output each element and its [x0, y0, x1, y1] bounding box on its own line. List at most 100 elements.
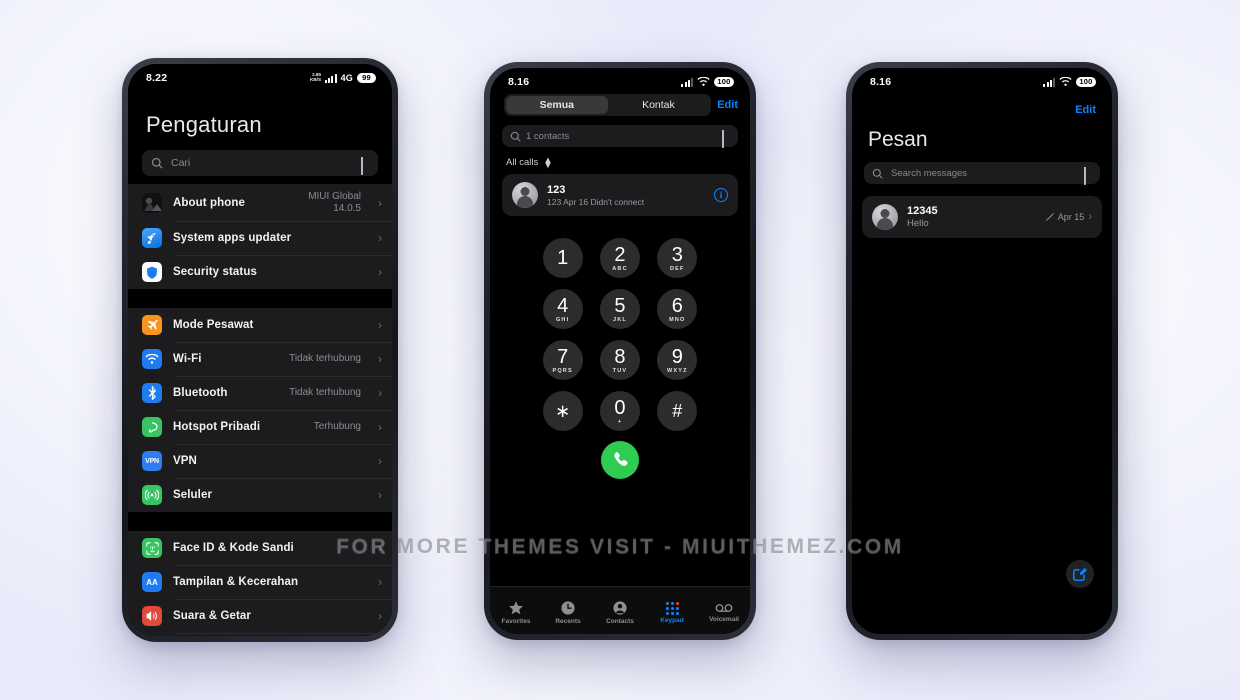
microphone-icon[interactable]: [1084, 166, 1092, 185]
key-number: 0: [614, 396, 626, 419]
search-icon: [151, 157, 163, 169]
info-icon[interactable]: i: [714, 188, 728, 202]
edit-button[interactable]: Edit: [717, 99, 738, 111]
status-time: 8.16: [870, 76, 892, 88]
setting-label: Suara & Getar: [173, 610, 251, 622]
settings-status-bar: 8.22 2.85 KB/S 4G 99: [128, 64, 392, 86]
wifi-icon: [142, 349, 162, 369]
key-number: 4: [557, 294, 569, 317]
phone-dialer: 8.16 100 Semua Kontak Edit 1 contacts Al…: [484, 62, 756, 640]
key-letters: TUV: [612, 367, 628, 374]
tab-label: Keypad: [660, 616, 684, 624]
tab-favorites[interactable]: Favorites: [490, 600, 542, 625]
sidebar-item-tampilan-kecerahan[interactable]: AA Tampilan & Kecerahan ›: [128, 565, 392, 599]
sidebar-item-system-apps-updater[interactable]: System apps updater ›: [128, 221, 392, 255]
search-input[interactable]: 1 contacts: [502, 125, 738, 148]
key-letters: ABC: [612, 265, 628, 272]
conversation-name: 12345: [907, 205, 938, 217]
contact-avatar-icon: [512, 182, 538, 208]
voicemail-icon: [715, 604, 733, 612]
tab-kontak[interactable]: Kontak: [608, 96, 710, 114]
search-input[interactable]: Search messages: [864, 162, 1100, 185]
sent-slash-icon: [1046, 213, 1054, 221]
contact-avatar-icon: [872, 204, 898, 230]
chevron-right-icon: ›: [378, 386, 382, 400]
setting-label: System apps updater: [173, 232, 292, 244]
call-contact-name: 123: [547, 183, 566, 196]
key-9[interactable]: 9 WXYZ: [657, 340, 698, 380]
search-input[interactable]: Cari: [142, 150, 378, 176]
sidebar-item-face-id[interactable]: Face ID & Kode Sandi ›: [128, 531, 392, 565]
sidebar-item-seluler[interactable]: Seluler ›: [128, 478, 392, 512]
wifi-icon: [697, 77, 710, 86]
key-1[interactable]: 1: [542, 238, 583, 278]
tab-voicemail[interactable]: Voicemail: [698, 602, 750, 623]
chevron-right-icon: ›: [378, 352, 382, 366]
signal-bars-icon: [1043, 77, 1055, 87]
tab-semua[interactable]: Semua: [506, 96, 608, 114]
edit-button[interactable]: Edit: [1075, 104, 1096, 116]
setting-label: About phone: [173, 196, 245, 209]
key-6[interactable]: 6 MNO: [657, 289, 698, 329]
key-number: 3: [671, 243, 683, 266]
chevron-right-icon: ›: [378, 609, 382, 623]
key-letters: PQRS: [552, 367, 573, 374]
tab-label: Contacts: [606, 618, 634, 625]
microphone-icon[interactable]: [722, 129, 730, 148]
key-7[interactable]: 7 PQRS: [542, 340, 583, 380]
key-hash[interactable]: #: [657, 391, 698, 431]
key-0[interactable]: 0 +: [599, 391, 640, 431]
search-placeholder: Cari: [171, 157, 191, 169]
page-title: Pesan: [868, 128, 928, 151]
compose-button[interactable]: [1066, 560, 1094, 588]
key-8[interactable]: 8 TUV: [599, 340, 640, 380]
microphone-icon[interactable]: [361, 156, 369, 175]
sidebar-item-notifikasi[interactable]: Notifikasi ›: [128, 633, 392, 636]
call-filter-selector[interactable]: All calls ▲ ▼: [490, 147, 750, 174]
tab-keypad[interactable]: Keypad: [646, 601, 698, 624]
setting-value: Tidak terhubung: [289, 353, 361, 365]
key-3[interactable]: 3 DEF: [657, 238, 698, 278]
setting-label: Face ID & Kode Sandi: [173, 542, 294, 554]
search-placeholder: 1 contacts: [526, 130, 570, 142]
sidebar-item-mode-pesawat[interactable]: Mode Pesawat ›: [128, 308, 392, 342]
call-button[interactable]: [601, 441, 639, 479]
key-5[interactable]: 5 JKL: [599, 289, 640, 329]
tab-contacts[interactable]: Contacts: [594, 600, 646, 625]
phone-messages: 8.16 100 Edit Pesan Search messages 1234…: [846, 62, 1118, 640]
sidebar-item-vpn[interactable]: VPN VPN ›: [128, 444, 392, 478]
tab-recents[interactable]: Recents: [542, 600, 594, 625]
key-number: 6: [671, 294, 683, 317]
recent-call-row[interactable]: 123 123 Apr 16 Didn't connect i: [502, 174, 738, 216]
dialer-screen: 8.16 100 Semua Kontak Edit 1 contacts Al…: [490, 68, 750, 634]
key-number: 1: [557, 246, 569, 269]
key-2[interactable]: 2 ABC: [599, 238, 640, 278]
network-speed-indicator: 2.85 KB/S: [310, 72, 322, 82]
key-number: #: [672, 401, 683, 421]
call-filter-label: All calls: [506, 157, 539, 168]
sidebar-item-wifi[interactable]: Wi-Fi Tidak terhubung ›: [128, 342, 392, 376]
setting-label: VPN: [173, 455, 197, 467]
settings-group-1: About phone MIUI Global 14.0.5 › System a…: [128, 184, 392, 289]
chevron-right-icon: ›: [378, 541, 382, 555]
rocket-icon: [142, 228, 162, 248]
sidebar-item-security-status[interactable]: Security status ›: [128, 255, 392, 289]
conversation-meta: Apr 15 ›: [1046, 211, 1092, 223]
key-4[interactable]: 4 GHI: [542, 289, 583, 329]
setting-label: Hotspot Pribadi: [173, 421, 261, 433]
sidebar-item-about-phone[interactable]: About phone MIUI Global 14.0.5 ›: [128, 184, 392, 221]
battery-indicator: 99: [357, 73, 376, 83]
keypad-dots-icon: [665, 601, 679, 615]
sidebar-item-hotspot-pribadi[interactable]: Hotspot Pribadi Terhubung ›: [128, 410, 392, 444]
sidebar-item-bluetooth[interactable]: Bluetooth Tidak terhubung ›: [128, 376, 392, 410]
up-down-chevron-icon: ▲ ▼: [543, 154, 553, 171]
battery-indicator: 100: [1075, 77, 1096, 87]
vpn-icon: VPN: [142, 451, 162, 471]
sidebar-item-suara-getar[interactable]: Suara & Getar ›: [128, 599, 392, 633]
key-star[interactable]: ∗: [542, 391, 583, 431]
segmented-control[interactable]: Semua Kontak: [504, 94, 712, 116]
setting-value: Terhubung: [313, 421, 361, 433]
messages-top-bar: Edit: [852, 90, 1112, 118]
key-number: 7: [557, 345, 569, 368]
conversation-row[interactable]: 12345 Hello Apr 15 ›: [862, 196, 1102, 238]
